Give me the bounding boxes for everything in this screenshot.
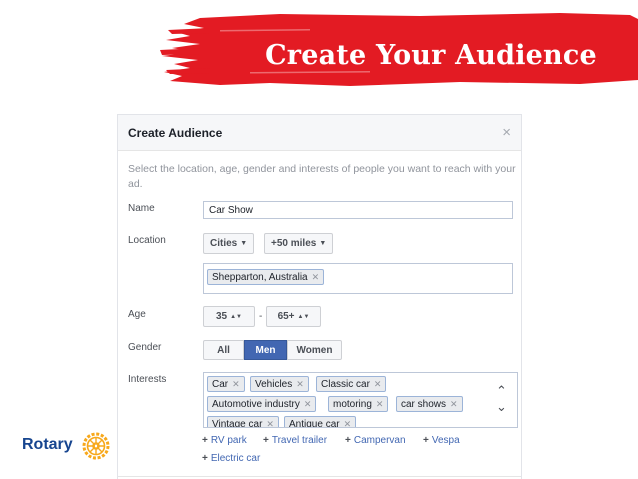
rotary-logo: Rotary	[22, 430, 114, 462]
interest-token-label: car shows	[401, 399, 447, 410]
scroll-up-icon[interactable]: ⌃	[496, 383, 507, 399]
plus-icon: +	[263, 435, 269, 446]
name-label: Name	[128, 203, 155, 214]
interest-token: Vehicles ✕	[250, 376, 309, 392]
location-input[interactable]: Shepparton, Australia ✕	[203, 263, 513, 294]
interest-token-label: Automotive industry	[212, 399, 300, 410]
scroll-down-icon[interactable]: ⌄	[496, 399, 507, 415]
remove-icon[interactable]: ✕	[344, 419, 352, 427]
dialog-header: Create Audience ×	[118, 115, 521, 151]
intro-text: Select the location, age, gender and int…	[128, 163, 516, 190]
interest-token: Car ✕	[207, 376, 245, 392]
location-token-label: Shepparton, Australia	[212, 272, 308, 283]
age-max-value: 65+	[277, 311, 295, 322]
age-min-value: 35	[215, 311, 228, 322]
age-min-select[interactable]: 35 ▲▼	[203, 306, 255, 327]
close-icon[interactable]: ×	[502, 124, 511, 141]
gender-women-button[interactable]: Women	[287, 340, 342, 360]
remove-icon[interactable]: ✕	[374, 379, 382, 389]
age-max-select[interactable]: 65+ ▲▼	[266, 306, 321, 327]
gender-men-button[interactable]: Men	[244, 340, 287, 360]
chevron-down-icon: ▼	[240, 240, 248, 247]
updown-icon: ▲▼	[230, 314, 242, 320]
interest-token: Antique car ✕	[284, 416, 357, 428]
location-type-select[interactable]: Cities ▼	[203, 233, 255, 254]
interest-token-label: motoring	[333, 399, 372, 410]
gender-all-button[interactable]: All	[203, 340, 244, 360]
suggestion-link[interactable]: + Travel trailer	[263, 435, 327, 446]
location-label: Location	[128, 235, 166, 246]
suggestion-link[interactable]: + RV park	[202, 435, 247, 446]
page-title: Create Your Audience	[265, 40, 597, 71]
suggestion-label: Travel trailer	[271, 435, 328, 446]
interest-token-label: Antique car	[289, 419, 340, 428]
interest-token: Classic car ✕	[316, 376, 387, 392]
remove-icon[interactable]: ✕	[296, 379, 304, 389]
interests-input[interactable]: Car ✕ Vehicles ✕ Classic car ✕ Automotive i…	[203, 372, 518, 428]
rotary-wheel-icon	[82, 432, 110, 460]
interest-token: Vintage car ✕	[207, 416, 279, 428]
location-token: Shepparton, Australia ✕	[207, 269, 325, 285]
suggestion-label: Campervan	[353, 435, 406, 446]
remove-icon[interactable]: ✕	[266, 419, 274, 427]
interest-token: car shows ✕	[396, 396, 463, 412]
interest-token-label: Car	[212, 379, 229, 390]
remove-icon[interactable]: ✕	[304, 399, 312, 409]
age-separator: -	[259, 311, 263, 322]
suggestion-link[interactable]: + Campervan	[345, 435, 406, 446]
location-type-value: Cities	[210, 238, 238, 249]
age-label: Age	[128, 309, 146, 320]
remove-icon[interactable]: ✕	[232, 379, 240, 389]
location-radius-value: +50 miles	[271, 238, 317, 249]
dialog-title: Create Audience	[128, 126, 223, 140]
interest-token: motoring ✕	[328, 396, 389, 412]
remove-icon[interactable]: ✕	[450, 399, 458, 409]
suggestion-link[interactable]: + Vespa	[423, 435, 460, 446]
chevron-down-icon: ▼	[319, 240, 327, 247]
suggestion-link[interactable]: + Electric car	[202, 453, 260, 464]
interest-token-label: Vehicles	[255, 379, 293, 390]
gender-label: Gender	[128, 342, 162, 353]
divider	[118, 476, 521, 477]
interest-token-label: Vintage car	[212, 419, 263, 428]
remove-icon[interactable]: ✕	[312, 272, 320, 282]
create-audience-dialog: Create Audience × Select the location, a…	[117, 114, 522, 479]
plus-icon: +	[202, 453, 208, 464]
suggestion-label: Vespa	[431, 435, 460, 446]
suggestion-label: Electric car	[210, 453, 261, 464]
logo-wordmark: Rotary	[22, 436, 73, 453]
plus-icon: +	[423, 435, 429, 446]
interest-token-label: Classic car	[321, 379, 370, 390]
interests-label: Interests	[128, 374, 167, 385]
plus-icon: +	[345, 435, 351, 446]
suggestion-label: RV park	[210, 435, 247, 446]
location-radius-select[interactable]: +50 miles ▼	[264, 233, 334, 254]
interest-token: Automotive industry ✕	[207, 396, 317, 412]
title-banner: Create Your Audience	[160, 10, 638, 90]
remove-icon[interactable]: ✕	[376, 399, 384, 409]
name-input[interactable]: Car Show	[203, 201, 513, 219]
updown-icon: ▲▼	[297, 314, 310, 320]
plus-icon: +	[202, 435, 208, 446]
